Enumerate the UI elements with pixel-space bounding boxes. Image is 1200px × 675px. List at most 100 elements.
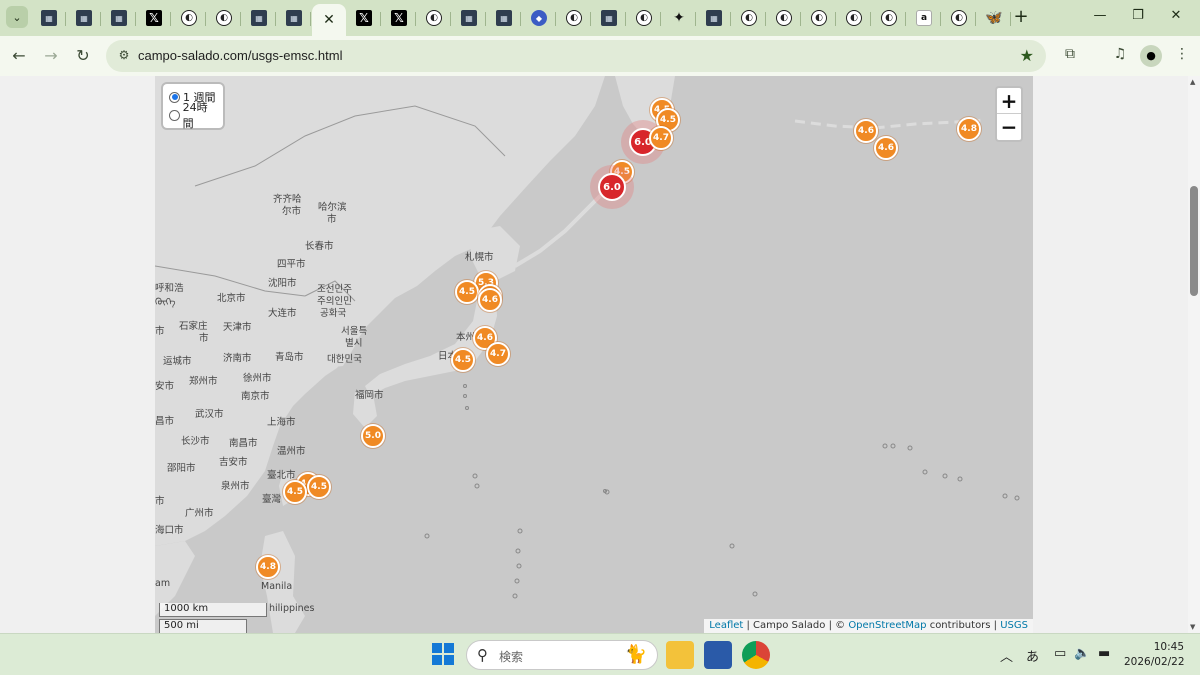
page-scrollbar[interactable]: ▲ ▼ (1188, 76, 1200, 633)
scroll-down-arrow-icon[interactable]: ▼ (1190, 623, 1195, 631)
battery-icon[interactable]: ▬ (1098, 646, 1110, 661)
browser-tab[interactable]: a (907, 4, 941, 32)
bookmark-star-icon[interactable]: ★ (1020, 46, 1034, 65)
browser-tab[interactable]: ◐ (207, 4, 241, 32)
browser-tab[interactable]: ◐ (172, 4, 206, 32)
volume-icon[interactable]: 🔈 (1074, 646, 1090, 661)
map-attribution: Leaflet | Campo Salado | © OpenStreetMap… (704, 619, 1033, 633)
earthquake-marker[interactable]: 4.6 (874, 136, 898, 160)
earthquake-marker[interactable]: 4.8 (957, 117, 981, 141)
usgs-link[interactable]: USGS (1000, 620, 1028, 631)
back-button[interactable]: ← (8, 45, 30, 67)
ime-indicator[interactable]: あ (1026, 646, 1039, 665)
file-explorer-icon[interactable] (666, 641, 694, 669)
browser-tab[interactable]: ◐ (767, 4, 801, 32)
browser-tab[interactable]: 𝕏 (137, 4, 171, 32)
browser-tab[interactable]: ▦ (277, 4, 311, 32)
browser-tab[interactable]: ▦ (452, 4, 486, 32)
tray-chevron-icon[interactable]: ︿ (1000, 646, 1013, 665)
osm-link[interactable]: OpenStreetMap (848, 620, 926, 631)
browser-tab[interactable]: ▦ (102, 4, 136, 32)
earthquake-marker[interactable]: 4.5 (451, 348, 475, 372)
browser-tab[interactable]: ✦ (662, 4, 696, 32)
start-button-icon[interactable] (432, 643, 454, 665)
leaflet-link[interactable]: Leaflet (709, 620, 743, 631)
radio-one-week[interactable] (169, 91, 180, 103)
earthquake-marker[interactable]: 4.8 (256, 555, 280, 579)
browser-tab[interactable]: ◐ (557, 4, 591, 32)
notepad-icon[interactable] (704, 641, 732, 669)
browser-tab[interactable]: ◐ (837, 4, 871, 32)
close-window-button[interactable]: ✕ (1166, 8, 1186, 28)
browser-tab[interactable]: ▦ (592, 4, 626, 32)
scroll-thumb[interactable] (1190, 186, 1198, 296)
x-favicon-icon: 𝕏 (356, 10, 372, 26)
page-content: 齐齐哈 尔市 哈尔滨市长春市 四平市 沈阳市 北京市 大连市 呼和浩 ᠬᠥᠬᠡ 市石家庄市天津市 조… (0, 76, 1188, 633)
option-24-hours[interactable]: 24時間 (169, 101, 217, 130)
restore-button[interactable]: ❐ (1128, 8, 1148, 28)
browser-tab[interactable]: ◐ (802, 4, 836, 32)
reload-button[interactable]: ↻ (72, 45, 94, 67)
city-label: 南京市 (241, 391, 270, 402)
circle-favicon-icon: ◐ (636, 10, 652, 26)
browser-tab[interactable]: 𝕏 (347, 4, 381, 32)
scroll-up-arrow-icon[interactable]: ▲ (1190, 78, 1195, 86)
network-icon[interactable]: ▭ (1054, 646, 1066, 661)
minimize-button[interactable]: — (1090, 8, 1110, 28)
profile-avatar[interactable]: ● (1140, 45, 1162, 67)
url-text[interactable]: campo-salado.com/usgs-emsc.html (138, 48, 342, 63)
browser-tab[interactable]: 𝕏 (382, 4, 416, 32)
radio-24-hours[interactable] (169, 109, 180, 121)
earthquake-marker[interactable]: 4.6 (854, 119, 878, 143)
tab-separator (800, 12, 801, 26)
city-label: 주의인민 (317, 296, 352, 307)
city-label: 市 (155, 496, 165, 507)
active-tab[interactable]: ✕ (312, 4, 346, 36)
menu-kebab-icon[interactable]: ⋮ (1172, 46, 1192, 66)
earthquake-marker[interactable]: 4.6 (478, 288, 502, 312)
city-label: 沈阳市 (268, 278, 297, 289)
browser-tab[interactable]: ◐ (732, 4, 766, 32)
zoom-in-button[interactable]: + (997, 88, 1021, 114)
browser-tab[interactable]: ◐ (627, 4, 661, 32)
earthquake-marker[interactable]: 6.0 (598, 173, 626, 201)
browser-tab[interactable]: 🦋 (977, 4, 1011, 32)
new-tab-button[interactable]: + (1011, 7, 1031, 27)
tab-search-button[interactable]: ⌄ (6, 6, 28, 28)
earthquake-marker[interactable]: 4.7 (486, 342, 510, 366)
browser-tab[interactable]: ▦ (67, 4, 101, 32)
address-bar[interactable]: ⚙ campo-salado.com/usgs-emsc.html ★ (106, 40, 1046, 72)
browser-tab[interactable]: ◐ (872, 4, 906, 32)
attribution-text-1: | Campo Salado | © (743, 620, 849, 631)
extensions-icon[interactable]: ⧉ (1060, 46, 1080, 66)
browser-tab[interactable]: ▦ (487, 4, 521, 32)
site-info-icon[interactable]: ⚙ (116, 48, 132, 64)
forward-button[interactable]: → (40, 45, 62, 67)
browser-tab[interactable]: ▦ (242, 4, 276, 32)
earthquake-marker[interactable]: 4.5 (283, 480, 307, 504)
chrome-icon[interactable] (742, 641, 770, 669)
city-label: 温州市 (277, 446, 306, 457)
zoom-out-button[interactable]: − (997, 114, 1021, 140)
taskbar-search[interactable]: ⚲ 検索 🐈 (466, 640, 658, 670)
tab-separator (625, 12, 626, 26)
browser-tab[interactable]: ◆ (522, 4, 556, 32)
tab-separator (170, 12, 171, 26)
earthquake-marker[interactable]: 4.5 (307, 475, 331, 499)
city-label: 长春市 (305, 241, 334, 252)
earthquake-map[interactable]: 齐齐哈 尔市 哈尔滨市长春市 四平市 沈阳市 北京市 大连市 呼和浩 ᠬᠥᠬᠡ 市石家庄市天津市 조… (155, 76, 1033, 633)
browser-tab[interactable]: ◐ (417, 4, 451, 32)
earthquake-marker[interactable]: 4.5 (455, 280, 479, 304)
browser-tab[interactable]: ◐ (942, 4, 976, 32)
media-control-icon[interactable]: ♫ (1110, 46, 1130, 66)
city-label: 大连市 (268, 308, 297, 319)
amazon-favicon-icon: a (916, 10, 932, 26)
circle-favicon-icon: ◐ (426, 10, 442, 26)
browser-tab[interactable]: ▦ (32, 4, 66, 32)
city-label: 서울특 (341, 326, 368, 337)
city-label: 北京市 (217, 293, 246, 304)
browser-tab[interactable]: ▦ (697, 4, 731, 32)
earthquake-marker[interactable]: 4.7 (649, 126, 673, 150)
earthquake-marker[interactable]: 5.0 (361, 424, 385, 448)
system-clock[interactable]: 10:45 2026/02/22 (1124, 640, 1185, 670)
